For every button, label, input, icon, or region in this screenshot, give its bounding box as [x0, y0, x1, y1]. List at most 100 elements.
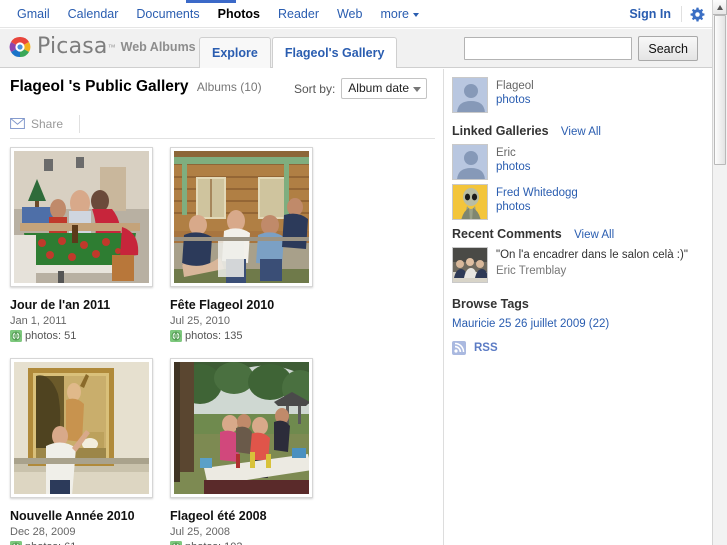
- right-sidebar: Flageol photos Linked Galleries View All: [452, 69, 712, 545]
- linked-gallery-item[interactable]: Fred Whitedogg photos: [452, 184, 702, 220]
- envelope-icon: [10, 118, 25, 129]
- default-person-avatar-icon: [453, 78, 487, 112]
- album-card[interactable]: Nouvelle Année 2010 Dec 28, 2009 photos:…: [10, 358, 170, 545]
- gbar-link-documents[interactable]: Documents: [127, 0, 208, 28]
- default-person-avatar-icon: [453, 145, 487, 179]
- picasa-aperture-logo-icon: [8, 35, 32, 59]
- linked-gallery-photos-link[interactable]: photos: [496, 200, 578, 215]
- linked-gallery-meta: Fred Whitedogg photos: [496, 184, 578, 215]
- album-photo-count: photos: 51: [10, 330, 170, 342]
- linked-galleries-header: Linked Galleries View All: [452, 124, 702, 138]
- green-globe-public-icon: [170, 330, 182, 342]
- picasa-header-band: Picasa ™ Web Albums Explore Flageol's Ga…: [0, 29, 712, 69]
- album-title[interactable]: Fête Flageol 2010: [170, 298, 330, 312]
- owner-profile[interactable]: Flageol photos: [452, 77, 702, 113]
- scroll-up-arrow-icon: [716, 4, 723, 10]
- comment-text: "On l'a encadrer dans le salon celà :)": [496, 249, 688, 261]
- owner-section: Flageol photos: [452, 77, 702, 117]
- album-thumbnail-frame[interactable]: [170, 147, 313, 287]
- linked-gallery-item[interactable]: Eric photos: [452, 144, 702, 180]
- gbar-link-gmail[interactable]: Gmail: [8, 0, 59, 28]
- action-bar: Share: [10, 109, 435, 139]
- chevron-down-icon: [413, 87, 421, 92]
- linked-gallery-name: Eric: [496, 147, 516, 159]
- album-thumbnail-man-painting: [14, 362, 149, 494]
- share-label: Share: [31, 116, 64, 131]
- linked-gallery-photos-link[interactable]: photos: [496, 160, 531, 175]
- alien-avatar-icon: [453, 185, 487, 219]
- album-thumbnail-frame[interactable]: [10, 147, 153, 287]
- album-photo-count: photos: 135: [170, 330, 330, 342]
- google-top-bar: Gmail Calendar Documents Photos Reader W…: [0, 0, 712, 28]
- album-thumbnail-frame[interactable]: [170, 358, 313, 498]
- owner-meta: Flageol photos: [496, 77, 534, 108]
- album-card[interactable]: Jour de l'an 2011 Jan 1, 2011 photos: 51: [10, 147, 170, 342]
- vertical-scrollbar[interactable]: [712, 0, 727, 545]
- page-title: Flageol 's Public Gallery: [10, 78, 189, 95]
- green-globe-public-icon: [10, 541, 22, 545]
- album-count: Albums (10): [196, 80, 262, 94]
- linked-gallery-meta: Eric photos: [496, 144, 531, 175]
- comment-item[interactable]: "On l'a encadrer dans le salon celà :)" …: [452, 247, 702, 283]
- scrollbar-track[interactable]: [713, 15, 727, 545]
- album-thumbnail-picnic-park: [174, 362, 309, 494]
- scrollbar-thumb[interactable]: [714, 15, 726, 165]
- sort-dropdown[interactable]: Album date: [341, 78, 427, 99]
- picasa-logo[interactable]: Picasa ™ Web Albums: [8, 35, 196, 59]
- album-thumbnail-porch-gathering: [174, 151, 309, 283]
- divider: [79, 114, 81, 133]
- tag-link[interactable]: Mauricie 25 26 juillet 2009 (22): [452, 318, 702, 330]
- search-button[interactable]: Search: [638, 36, 698, 61]
- album-title[interactable]: Nouvelle Année 2010: [10, 509, 170, 523]
- album-card[interactable]: Fête Flageol 2010 Jul 25, 2010 photos: 1…: [170, 147, 330, 342]
- album-date: Dec 28, 2009: [10, 526, 76, 538]
- album-grid: Jour de l'an 2011 Jan 1, 2011 photos: 51: [10, 147, 435, 545]
- album-date: Jul 25, 2008: [170, 526, 230, 538]
- scroll-up-button[interactable]: [713, 0, 727, 15]
- album-photo-count-label: photos: 135: [185, 330, 243, 342]
- sign-in-link[interactable]: Sign In: [629, 7, 681, 21]
- owner-name: Flageol: [496, 80, 534, 92]
- linked-galleries-view-all-link[interactable]: View All: [561, 126, 601, 138]
- album-row: Nouvelle Année 2010 Dec 28, 2009 photos:…: [10, 358, 435, 545]
- avatar[interactable]: [452, 184, 488, 220]
- share-button[interactable]: Share: [10, 117, 73, 131]
- linked-gallery-name[interactable]: Fred Whitedogg: [496, 186, 578, 200]
- sort-dropdown-value: Album date: [348, 81, 409, 95]
- recent-comments-view-all-link[interactable]: View All: [574, 229, 614, 241]
- avatar[interactable]: [452, 144, 488, 180]
- recent-comments-heading: Recent Comments: [452, 227, 562, 241]
- google-services-nav: Gmail Calendar Documents Photos Reader W…: [8, 0, 423, 28]
- album-photo-count-label: photos: 51: [25, 330, 77, 342]
- linked-galleries-section: Linked Galleries View All Eric photos Fr…: [452, 124, 702, 224]
- rss-label: RSS: [474, 342, 498, 354]
- main-tabs: Explore Flageol's Gallery: [199, 37, 398, 69]
- album-title[interactable]: Flageol été 2008: [170, 509, 330, 523]
- tab-explore[interactable]: Explore: [199, 37, 271, 68]
- browse-tags-section: Browse Tags Mauricie 25 26 juillet 2009 …: [452, 297, 702, 330]
- linked-galleries-heading: Linked Galleries: [452, 124, 549, 138]
- album-title[interactable]: Jour de l'an 2011: [10, 298, 170, 312]
- chevron-down-icon: [412, 12, 419, 17]
- rss-link[interactable]: RSS: [452, 341, 702, 355]
- album-card[interactable]: Flageol été 2008 Jul 25, 2008 photos: 10…: [170, 358, 330, 545]
- album-thumbnail-frame[interactable]: [10, 358, 153, 498]
- search-input[interactable]: [464, 37, 633, 60]
- owner-photos-link[interactable]: photos: [496, 93, 534, 108]
- gbar-link-photos[interactable]: Photos: [209, 0, 269, 28]
- album-photo-count-label: photos: 103: [185, 541, 243, 545]
- tab-flageols-gallery[interactable]: Flageol's Gallery: [271, 37, 398, 69]
- main-content: Flageol 's Public Gallery Albums (10) So…: [0, 69, 443, 545]
- sort-control: Sort by: Album date: [294, 78, 427, 99]
- gbar-link-calendar[interactable]: Calendar: [59, 0, 128, 28]
- gbar-link-reader[interactable]: Reader: [269, 0, 328, 28]
- picasa-web-albums-page: Gmail Calendar Documents Photos Reader W…: [0, 0, 727, 545]
- comment-body: "On l'a encadrer dans le salon celà :)" …: [496, 247, 688, 279]
- gbar-link-more[interactable]: more: [371, 0, 422, 28]
- gbar-link-web[interactable]: Web: [328, 0, 371, 28]
- album-date: Jul 25, 2010: [170, 315, 230, 327]
- comment-photo-thumbnail[interactable]: [452, 247, 488, 283]
- column-divider: [443, 69, 444, 545]
- settings-gear-button[interactable]: [682, 0, 712, 28]
- avatar[interactable]: [452, 77, 488, 113]
